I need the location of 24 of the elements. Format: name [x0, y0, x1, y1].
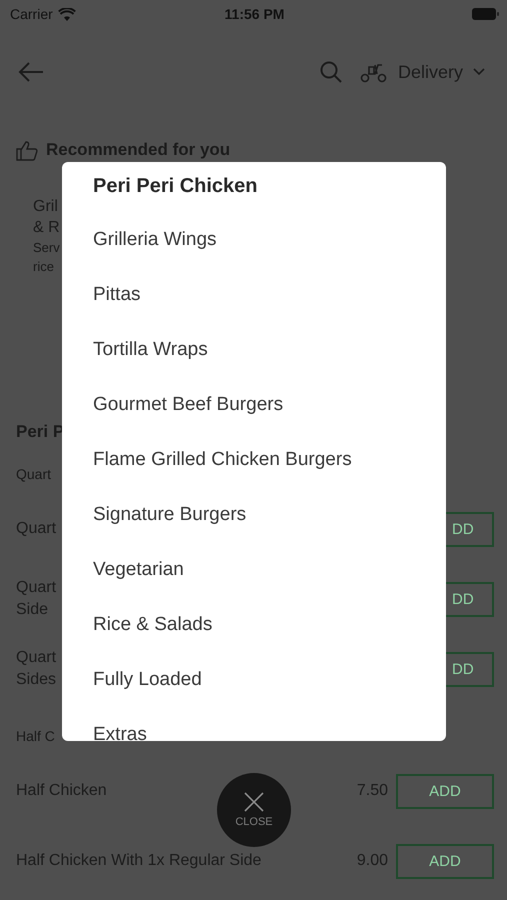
category-option[interactable]: Grilleria Wings	[93, 212, 217, 267]
picker-title: Peri Peri Chicken	[93, 174, 258, 199]
close-icon	[244, 792, 264, 812]
clock-time: 11:56 PM	[224, 6, 284, 22]
search-icon[interactable]	[320, 61, 342, 83]
close-button[interactable]: CLOSE	[217, 773, 291, 847]
carrier-label: Carrier	[10, 6, 53, 22]
category-option[interactable]: Flame Grilled Chicken Burgers	[93, 432, 352, 487]
category-option[interactable]: Pittas	[93, 267, 141, 322]
wifi-icon	[58, 8, 76, 20]
add-button[interactable]: ADD	[396, 844, 494, 878]
add-button[interactable]: ADD	[396, 774, 494, 808]
category-option[interactable]: Gourmet Beef Burgers	[93, 377, 284, 432]
category-option[interactable]: Vegetarian	[93, 542, 184, 597]
category-option[interactable]: Fully Loaded	[93, 652, 202, 707]
back-arrow-icon	[18, 62, 44, 82]
category-option[interactable]: Rice & Salads	[93, 597, 212, 652]
battery-icon	[472, 8, 499, 20]
category-option[interactable]: Tortilla Wraps	[93, 322, 208, 377]
category-option[interactable]: Signature Burgers	[93, 487, 246, 542]
thumbs-up-icon	[16, 140, 38, 160]
scooter-icon	[360, 61, 388, 83]
chevron-down-icon	[473, 68, 485, 76]
category-option[interactable]: Extras	[93, 707, 147, 741]
